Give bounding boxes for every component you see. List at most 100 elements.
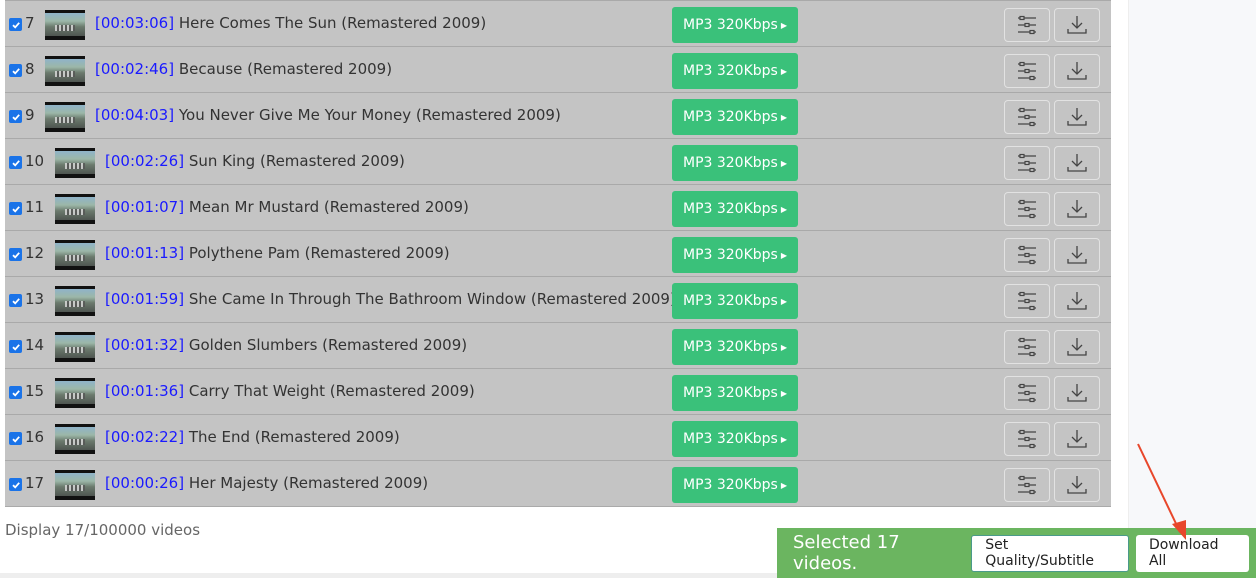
track-title[interactable]: [00:01:13] Polythene Pam (Remastered 200…: [105, 244, 450, 262]
track-thumbnail: [45, 102, 85, 132]
format-dropdown-button[interactable]: MP3 320Kbps ▶: [672, 191, 798, 227]
track-row: 16 [00:02:22] The End (Remastered 2009) …: [5, 414, 1111, 460]
track-title[interactable]: [00:01:59] She Came In Through The Bathr…: [105, 290, 676, 308]
sliders-icon: [1018, 199, 1036, 219]
track-download-button[interactable]: [1054, 8, 1100, 42]
track-checkbox[interactable]: [9, 432, 22, 445]
format-dropdown-button[interactable]: MP3 320Kbps ▶: [672, 467, 798, 503]
track-row: 17 [00:00:26] Her Majesty (Remastered 20…: [5, 460, 1111, 506]
track-checkbox[interactable]: [9, 248, 22, 261]
track-checkbox[interactable]: [9, 156, 22, 169]
caret-right-icon: ▶: [780, 480, 787, 490]
sliders-icon: [1018, 291, 1036, 311]
sliders-icon: [1018, 429, 1036, 449]
selection-action-bar: Selected 17 videos. Set Quality/Subtitle…: [777, 528, 1256, 578]
track-title[interactable]: [00:01:32] Golden Slumbers (Remastered 2…: [105, 336, 467, 354]
track-settings-button[interactable]: [1004, 100, 1050, 134]
checkbox-checked-icon: [11, 343, 20, 351]
track-duration: [00:02:46]: [95, 60, 175, 78]
format-dropdown-button[interactable]: MP3 320Kbps ▶: [672, 421, 798, 457]
checkbox-checked-icon: [11, 67, 20, 75]
caret-right-icon: ▶: [780, 66, 787, 76]
track-title[interactable]: [00:02:22] The End (Remastered 2009): [105, 428, 400, 446]
track-download-button[interactable]: [1054, 100, 1100, 134]
format-dropdown-button[interactable]: MP3 320Kbps ▶: [672, 7, 798, 43]
track-checkbox[interactable]: [9, 64, 22, 77]
track-index: 14: [25, 336, 45, 354]
track-settings-button[interactable]: [1004, 468, 1050, 502]
format-dropdown-button[interactable]: MP3 320Kbps ▶: [672, 53, 798, 89]
caret-right-icon: ▶: [780, 342, 787, 352]
checkbox-checked-icon: [11, 389, 20, 397]
checkbox-checked-icon: [11, 251, 20, 259]
track-settings-button[interactable]: [1004, 146, 1050, 180]
track-download-button[interactable]: [1054, 192, 1100, 226]
track-index: 17: [25, 474, 45, 492]
track-download-button[interactable]: [1054, 468, 1100, 502]
track-checkbox[interactable]: [9, 340, 22, 353]
track-title[interactable]: [00:01:07] Mean Mr Mustard (Remastered 2…: [105, 198, 469, 216]
format-label: MP3 320Kbps: [682, 431, 778, 447]
checkbox-checked-icon: [11, 435, 20, 443]
track-settings-button[interactable]: [1004, 54, 1050, 88]
track-duration: [00:00:26]: [105, 474, 185, 492]
track-download-button[interactable]: [1054, 284, 1100, 318]
track-thumbnail: [45, 56, 85, 86]
set-quality-subtitle-button[interactable]: Set Quality/Subtitle: [971, 534, 1129, 572]
track-settings-button[interactable]: [1004, 192, 1050, 226]
track-title[interactable]: [00:02:26] Sun King (Remastered 2009): [105, 152, 405, 170]
track-checkbox[interactable]: [9, 110, 22, 123]
track-title[interactable]: [00:01:36] Carry That Weight (Remastered…: [105, 382, 475, 400]
track-download-button[interactable]: [1054, 238, 1100, 272]
track-settings-button[interactable]: [1004, 284, 1050, 318]
checkbox-checked-icon: [11, 481, 20, 489]
track-download-button[interactable]: [1054, 54, 1100, 88]
track-checkbox[interactable]: [9, 18, 22, 31]
track-name: You Never Give Me Your Money (Remastered…: [178, 106, 561, 124]
format-dropdown-button[interactable]: MP3 320Kbps ▶: [672, 283, 798, 319]
track-download-button[interactable]: [1054, 146, 1100, 180]
format-dropdown-button[interactable]: MP3 320Kbps ▶: [672, 375, 798, 411]
track-download-button[interactable]: [1054, 330, 1100, 364]
track-settings-button[interactable]: [1004, 422, 1050, 456]
track-settings-button[interactable]: [1004, 238, 1050, 272]
track-checkbox[interactable]: [9, 202, 22, 215]
format-dropdown-button[interactable]: MP3 320Kbps ▶: [672, 99, 798, 135]
track-title[interactable]: [00:04:03] You Never Give Me Your Money …: [95, 106, 561, 124]
track-duration: [00:02:26]: [105, 152, 185, 170]
track-thumbnail: [55, 470, 95, 500]
track-settings-button[interactable]: [1004, 330, 1050, 364]
track-download-button[interactable]: [1054, 376, 1100, 410]
format-dropdown-button[interactable]: MP3 320Kbps ▶: [672, 145, 798, 181]
format-label: MP3 320Kbps: [682, 477, 778, 493]
sliders-icon: [1018, 475, 1036, 495]
track-checkbox[interactable]: [9, 386, 22, 399]
track-thumbnail: [55, 240, 95, 270]
track-name: Here Comes The Sun (Remastered 2009): [178, 14, 487, 32]
track-checkbox[interactable]: [9, 294, 22, 307]
track-settings-button[interactable]: [1004, 376, 1050, 410]
sliders-icon: [1018, 383, 1036, 403]
track-download-button[interactable]: [1054, 422, 1100, 456]
download-all-button[interactable]: Download All: [1135, 534, 1249, 572]
track-index: 7: [25, 14, 35, 32]
track-checkbox[interactable]: [9, 478, 22, 491]
track-row: 14 [00:01:32] Golden Slumbers (Remastere…: [5, 322, 1111, 368]
track-title[interactable]: [00:03:06] Here Comes The Sun (Remastere…: [95, 14, 486, 32]
format-label: MP3 320Kbps: [682, 385, 778, 401]
track-settings-button[interactable]: [1004, 8, 1050, 42]
track-row: 7 [00:03:06] Here Comes The Sun (Remaste…: [5, 0, 1111, 46]
download-icon: [1067, 200, 1087, 218]
format-dropdown-button[interactable]: MP3 320Kbps ▶: [672, 237, 798, 273]
track-title[interactable]: [00:00:26] Her Majesty (Remastered 2009): [105, 474, 428, 492]
format-label: MP3 320Kbps: [682, 17, 778, 33]
format-dropdown-button[interactable]: MP3 320Kbps ▶: [672, 329, 798, 365]
track-row: 9 [00:04:03] You Never Give Me Your Mone…: [5, 92, 1111, 138]
caret-right-icon: ▶: [780, 158, 787, 168]
selected-count: Selected 17 videos.: [793, 532, 900, 574]
track-title[interactable]: [00:02:46] Because (Remastered 2009): [95, 60, 392, 78]
checkbox-checked-icon: [11, 205, 20, 213]
caret-right-icon: ▶: [780, 296, 787, 306]
track-name: Golden Slumbers (Remastered 2009): [188, 336, 468, 354]
track-thumbnail: [55, 286, 95, 316]
